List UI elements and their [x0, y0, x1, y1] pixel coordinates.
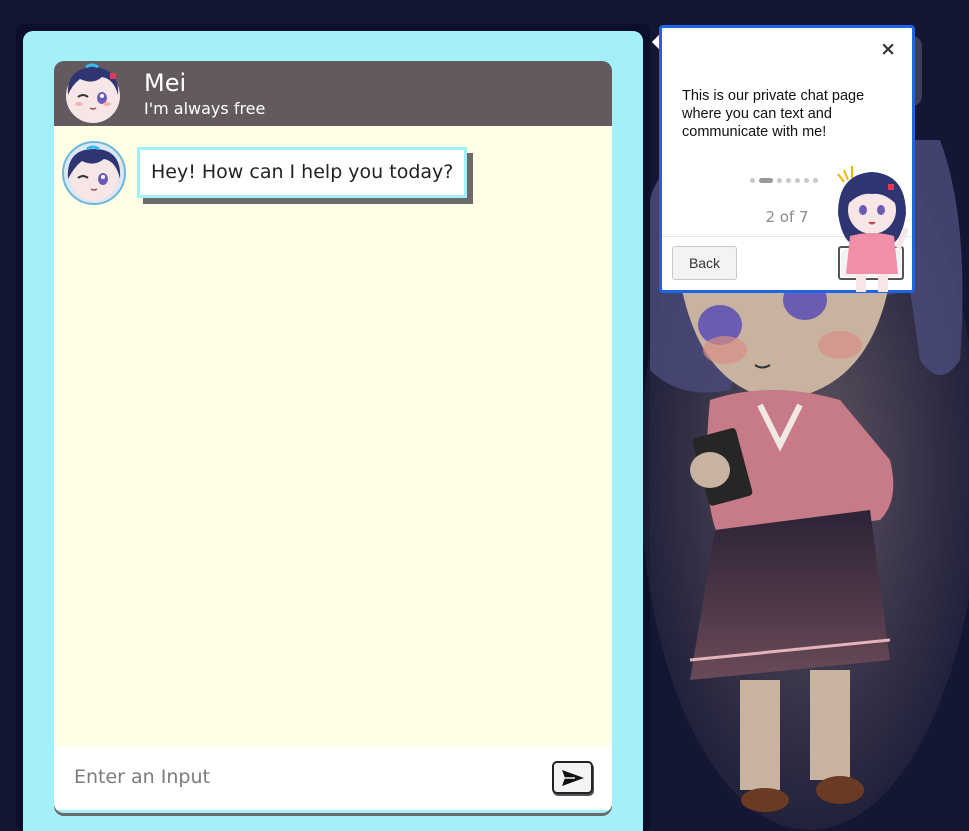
step-dot[interactable] — [795, 178, 800, 183]
step-dot[interactable] — [777, 178, 782, 183]
next-button[interactable]: Next — [838, 246, 904, 280]
back-button[interactable]: Back — [672, 246, 737, 280]
chat-input[interactable] — [74, 760, 534, 794]
step-dots — [750, 178, 818, 183]
header-avatar — [66, 63, 120, 123]
send-arrow-icon — [561, 769, 584, 786]
chat-header: Mei I'm always free — [54, 61, 612, 126]
close-icon[interactable]: × — [880, 38, 896, 60]
tour-progress: 2 of 7 — [765, 208, 809, 226]
step-dot-active[interactable] — [759, 178, 773, 183]
tour-text: This is our private chat page where you … — [682, 88, 865, 140]
chat-window: Mei I'm always free Hey! How can I help … — [54, 61, 612, 813]
step-dot[interactable] — [786, 178, 791, 183]
divider — [662, 236, 912, 237]
step-dot[interactable] — [750, 178, 755, 183]
step-dot[interactable] — [813, 178, 818, 183]
tour-popover: × This is our private chat page where yo… — [659, 25, 915, 293]
message-avatar — [62, 141, 126, 205]
step-dot[interactable] — [804, 178, 809, 183]
send-button[interactable] — [552, 761, 593, 794]
chat-message-list: Hey! How can I help you today? — [54, 126, 612, 746]
chat-contact-name: Mei — [144, 69, 187, 97]
message-bubble: Hey! How can I help you today? — [137, 147, 468, 198]
chat-contact-status: I'm always free — [144, 99, 266, 118]
chat-input-bar — [54, 746, 612, 810]
avatar-image — [67, 145, 121, 201]
